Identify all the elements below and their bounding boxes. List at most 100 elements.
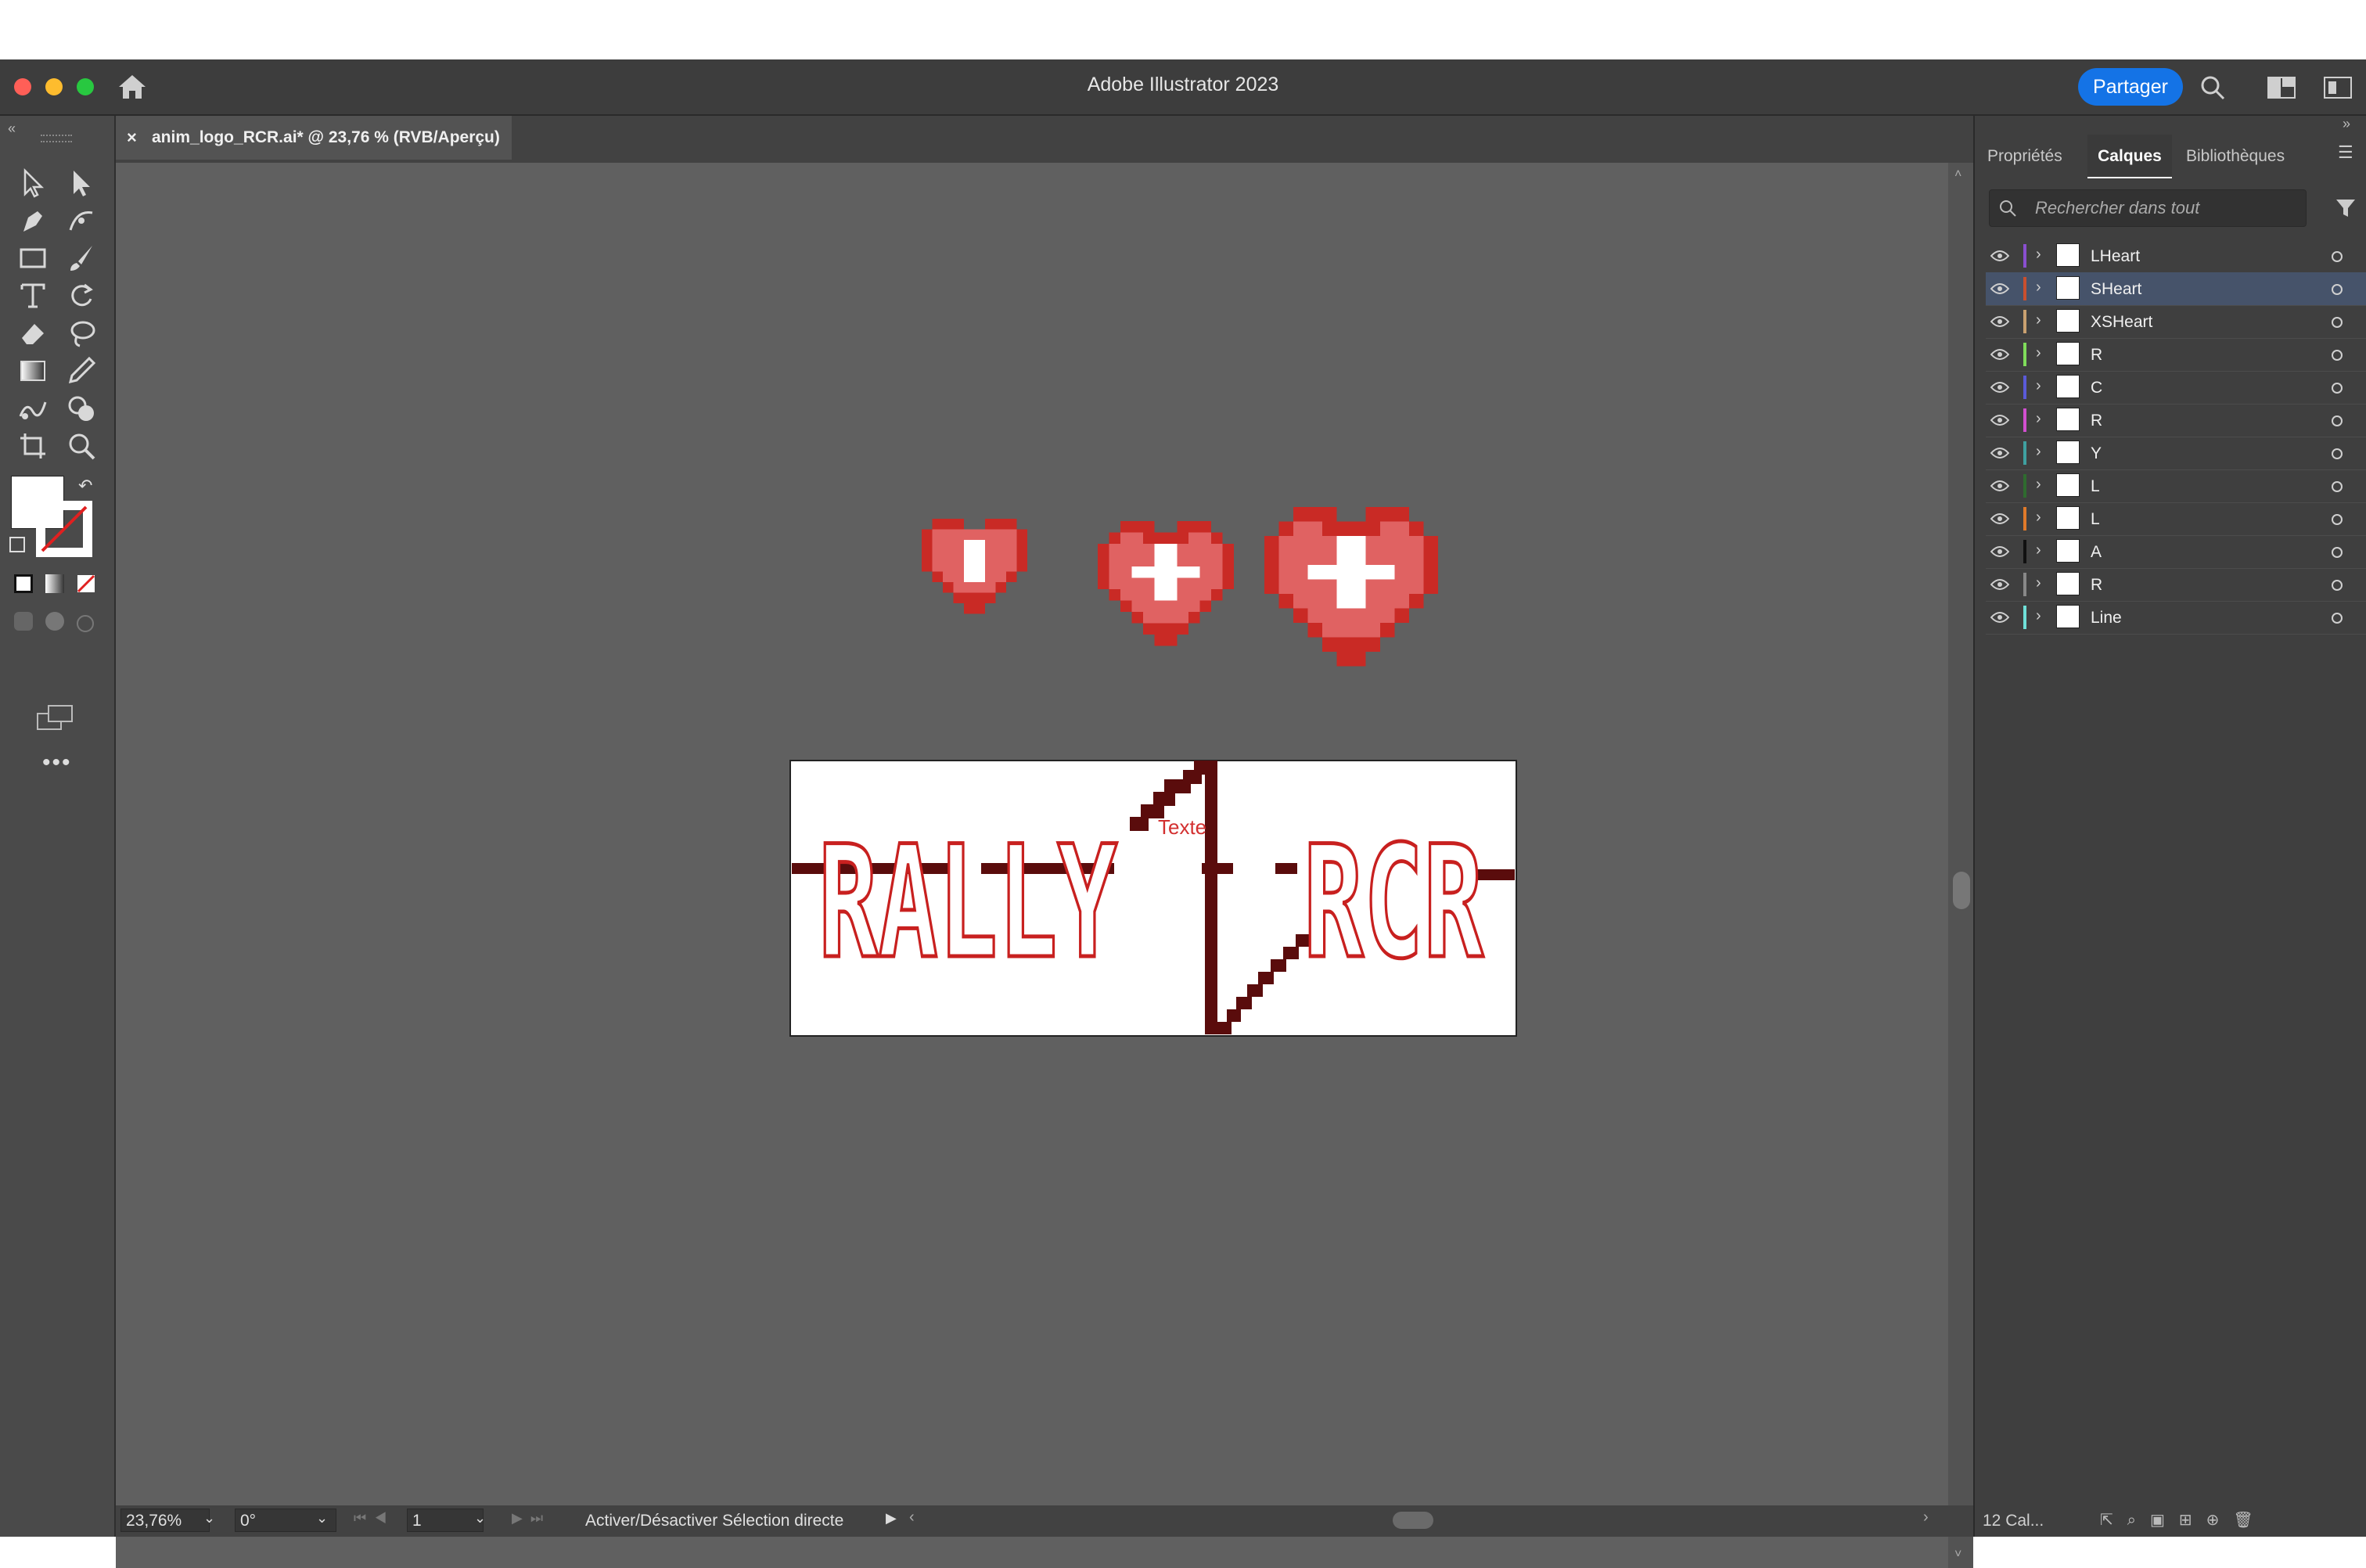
layer-row[interactable]: › XSHeart bbox=[1986, 305, 2366, 339]
close-tab-icon[interactable]: × bbox=[127, 116, 137, 160]
target-circle-icon[interactable] bbox=[2332, 613, 2343, 624]
tab-layers[interactable]: Calques bbox=[2087, 135, 2172, 178]
visibility-eye-icon[interactable] bbox=[1990, 381, 2009, 394]
s-heart-artwork[interactable] bbox=[1098, 521, 1234, 646]
share-button[interactable]: Partager bbox=[2078, 68, 2183, 106]
scroll-right-icon[interactable]: › bbox=[1923, 1509, 1929, 1527]
visibility-eye-icon[interactable] bbox=[1990, 512, 2009, 525]
expand-chevron-icon[interactable]: › bbox=[2036, 443, 2041, 461]
layer-row[interactable]: › L bbox=[1986, 502, 2366, 536]
layers-search-input[interactable]: Rechercher dans tout bbox=[1989, 189, 2307, 227]
target-circle-icon[interactable] bbox=[2332, 448, 2343, 459]
placeholder-text[interactable]: Texte bbox=[1158, 815, 1206, 839]
scroll-left-icon[interactable]: ‹ bbox=[909, 1509, 915, 1527]
l-heart-artwork[interactable] bbox=[1264, 507, 1438, 667]
visibility-eye-icon[interactable] bbox=[1990, 611, 2009, 624]
panel-toggle-icon[interactable] bbox=[2324, 77, 2352, 99]
color-mode-icon[interactable] bbox=[14, 574, 33, 593]
selection-tool-icon[interactable] bbox=[17, 167, 49, 199]
scroll-down-icon[interactable]: ˅ bbox=[1954, 1548, 1961, 1562]
target-circle-icon[interactable] bbox=[2332, 383, 2343, 394]
default-colors-icon[interactable] bbox=[9, 537, 25, 552]
target-circle-icon[interactable] bbox=[2332, 284, 2343, 295]
workspace-switcher-icon[interactable] bbox=[2267, 77, 2296, 99]
artboard-tool-icon[interactable] bbox=[17, 430, 49, 462]
direct-selection-tool-icon[interactable] bbox=[66, 167, 97, 199]
collapse-panels-icon[interactable]: » bbox=[2343, 116, 2350, 132]
target-circle-icon[interactable] bbox=[2332, 514, 2343, 525]
next-last-artboard-icon[interactable]: ▶⏭ bbox=[512, 1510, 551, 1527]
layer-row[interactable]: › SHeart bbox=[1986, 272, 2366, 306]
visibility-eye-icon[interactable] bbox=[1990, 315, 2009, 328]
horizontal-scroll-thumb[interactable] bbox=[1393, 1512, 1433, 1529]
artboard-number-field[interactable]: 1 bbox=[407, 1509, 484, 1532]
curvature-tool-icon[interactable] bbox=[66, 205, 97, 236]
search-icon[interactable] bbox=[2200, 75, 2225, 100]
visibility-eye-icon[interactable] bbox=[1990, 250, 2009, 262]
collapse-toolbar-icon[interactable]: « bbox=[8, 120, 16, 137]
expand-chevron-icon[interactable]: › bbox=[2036, 344, 2041, 362]
expand-chevron-icon[interactable]: › bbox=[2036, 476, 2041, 494]
tab-libraries[interactable]: Bibliothèques bbox=[2186, 135, 2285, 178]
layer-row[interactable]: › R bbox=[1986, 404, 2366, 437]
expand-chevron-icon[interactable]: › bbox=[2036, 574, 2041, 592]
expand-chevron-icon[interactable]: › bbox=[2036, 410, 2041, 428]
target-circle-icon[interactable] bbox=[2332, 481, 2343, 492]
stroke-color-swatch[interactable] bbox=[36, 501, 92, 557]
layer-row[interactable]: › R bbox=[1986, 338, 2366, 372]
more-tools-icon[interactable]: ••• bbox=[42, 750, 72, 776]
visibility-eye-icon[interactable] bbox=[1990, 414, 2009, 426]
swap-fill-stroke-icon[interactable]: ↶ bbox=[78, 476, 92, 496]
gradient-tool-icon[interactable] bbox=[17, 355, 49, 387]
pen-tool-icon[interactable] bbox=[17, 205, 49, 236]
rotation-dropdown-icon[interactable]: ⌄ bbox=[316, 1510, 328, 1527]
lasso-tool-icon[interactable] bbox=[66, 318, 97, 349]
change-screen-mode-icon[interactable] bbox=[36, 704, 75, 731]
target-circle-icon[interactable] bbox=[2332, 350, 2343, 361]
target-circle-icon[interactable] bbox=[2332, 415, 2343, 426]
eyedropper-tool-icon[interactable] bbox=[66, 355, 97, 387]
type-tool-icon[interactable] bbox=[17, 280, 49, 311]
canvas-area[interactable]: RALLY RCR Texte bbox=[116, 163, 1948, 1568]
rectangle-tool-icon[interactable] bbox=[17, 243, 49, 274]
draw-behind-icon[interactable] bbox=[45, 612, 64, 631]
draw-normal-icon[interactable] bbox=[14, 612, 33, 631]
filter-icon[interactable] bbox=[2335, 197, 2357, 219]
layer-row[interactable]: › R bbox=[1986, 568, 2366, 602]
visibility-eye-icon[interactable] bbox=[1990, 480, 2009, 492]
logo-text-rcr[interactable]: RCR bbox=[1302, 811, 1487, 995]
zoom-field[interactable]: 23,76% bbox=[120, 1509, 210, 1532]
target-circle-icon[interactable] bbox=[2332, 547, 2343, 558]
target-circle-icon[interactable] bbox=[2332, 317, 2343, 328]
visibility-eye-icon[interactable] bbox=[1990, 545, 2009, 558]
panel-menu-icon[interactable]: ☰ bbox=[2338, 142, 2353, 163]
layer-action-icons[interactable]: ⇱⌕▣⊞⊕🗑 bbox=[2100, 1510, 2267, 1530]
document-tab[interactable]: × anim_logo_RCR.ai* @ 23,76 % (RVB/Aperç… bbox=[116, 116, 512, 160]
layer-row[interactable]: › A bbox=[1986, 535, 2366, 569]
first-prev-artboard-icon[interactable]: ⏮◀ bbox=[354, 1510, 394, 1527]
visibility-eye-icon[interactable] bbox=[1990, 578, 2009, 591]
none-mode-icon[interactable] bbox=[77, 574, 95, 593]
logo-text-rally[interactable]: RALLY bbox=[817, 811, 1120, 995]
zoom-tool-icon[interactable] bbox=[66, 430, 97, 462]
scroll-up-icon[interactable]: ˄ bbox=[1954, 167, 1961, 182]
layer-row[interactable]: › L bbox=[1986, 469, 2366, 503]
paintbrush-tool-icon[interactable] bbox=[66, 243, 97, 274]
zoom-dropdown-icon[interactable]: ⌄ bbox=[203, 1510, 215, 1527]
shape-builder-tool-icon[interactable] bbox=[66, 393, 97, 424]
blend-tool-icon[interactable] bbox=[17, 393, 49, 424]
expand-chevron-icon[interactable]: › bbox=[2036, 279, 2041, 297]
expand-chevron-icon[interactable]: › bbox=[2036, 377, 2041, 395]
expand-chevron-icon[interactable]: › bbox=[2036, 509, 2041, 527]
visibility-eye-icon[interactable] bbox=[1990, 348, 2009, 361]
expand-chevron-icon[interactable]: › bbox=[2036, 311, 2041, 329]
expand-chevron-icon[interactable]: › bbox=[2036, 246, 2041, 264]
status-menu-arrow-icon[interactable]: ▶ bbox=[886, 1510, 897, 1527]
toolbar-grip[interactable] bbox=[41, 135, 72, 142]
tab-properties[interactable]: Propriétés bbox=[1987, 135, 2062, 178]
layer-row[interactable]: › LHeart bbox=[1986, 239, 2366, 273]
rotate-tool-icon[interactable] bbox=[66, 280, 97, 311]
vertical-scroll-thumb[interactable] bbox=[1953, 872, 1970, 909]
eraser-tool-icon[interactable] bbox=[17, 318, 49, 349]
layer-row[interactable]: › Y bbox=[1986, 437, 2366, 470]
